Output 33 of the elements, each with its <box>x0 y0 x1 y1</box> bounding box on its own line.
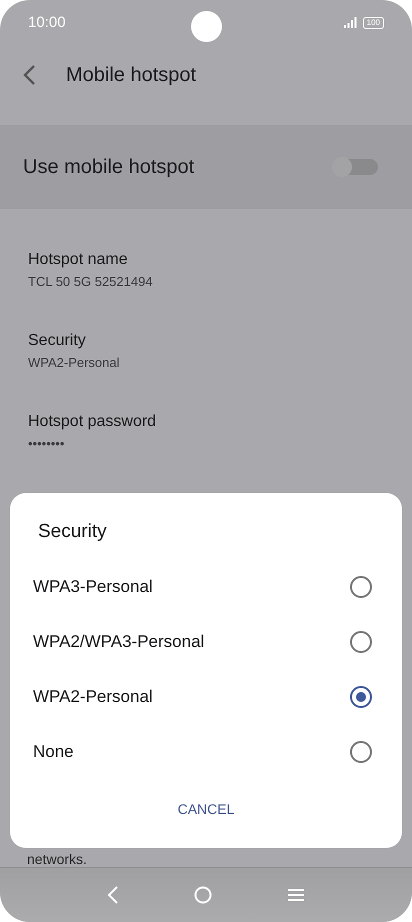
security-option[interactable]: None <box>10 724 402 779</box>
setting-title: Security <box>28 332 87 350</box>
signal-icon <box>344 17 357 28</box>
setting-value: WPA2-Personal <box>28 355 121 370</box>
option-label: WPA3-Personal <box>33 576 153 596</box>
option-label: WPA2-Personal <box>33 686 153 706</box>
cancel-button[interactable]: CANCEL <box>166 793 246 825</box>
option-label: WPA2/WPA3-Personal <box>33 632 204 652</box>
home-icon[interactable] <box>194 886 212 904</box>
radio-button[interactable] <box>350 576 372 598</box>
back-button[interactable] <box>22 64 36 86</box>
setting-title: Hotspot password <box>28 413 158 431</box>
toggle-switch[interactable] <box>334 159 378 175</box>
setting-value: •••••••• <box>28 436 66 451</box>
security-option[interactable]: WPA2-Personal <box>10 669 402 724</box>
switch-row[interactable]: Use mobile hotspot <box>0 125 412 209</box>
security-option[interactable]: WPA3-Personal <box>10 559 402 614</box>
option-label: None <box>33 742 74 762</box>
switch-label: Use mobile hotspot <box>23 156 194 178</box>
footnote-text: networks. <box>26 851 88 867</box>
radio-button[interactable] <box>350 740 372 762</box>
setting-value: TCL 50 5G 52521494 <box>28 274 154 289</box>
setting-title: Hotspot name <box>28 251 129 269</box>
dialog-title: Security <box>37 520 107 544</box>
menu-icon[interactable] <box>286 888 305 902</box>
page-title: Mobile hotspot <box>66 64 196 86</box>
back-icon[interactable] <box>107 885 120 905</box>
radio-button[interactable] <box>350 686 372 708</box>
status-time: 10:00 <box>28 14 66 31</box>
security-option[interactable]: WPA2/WPA3-Personal <box>10 614 402 669</box>
camera-cutout <box>191 11 222 42</box>
battery-indicator: 100 <box>362 16 384 28</box>
radio-button[interactable] <box>350 630 372 652</box>
